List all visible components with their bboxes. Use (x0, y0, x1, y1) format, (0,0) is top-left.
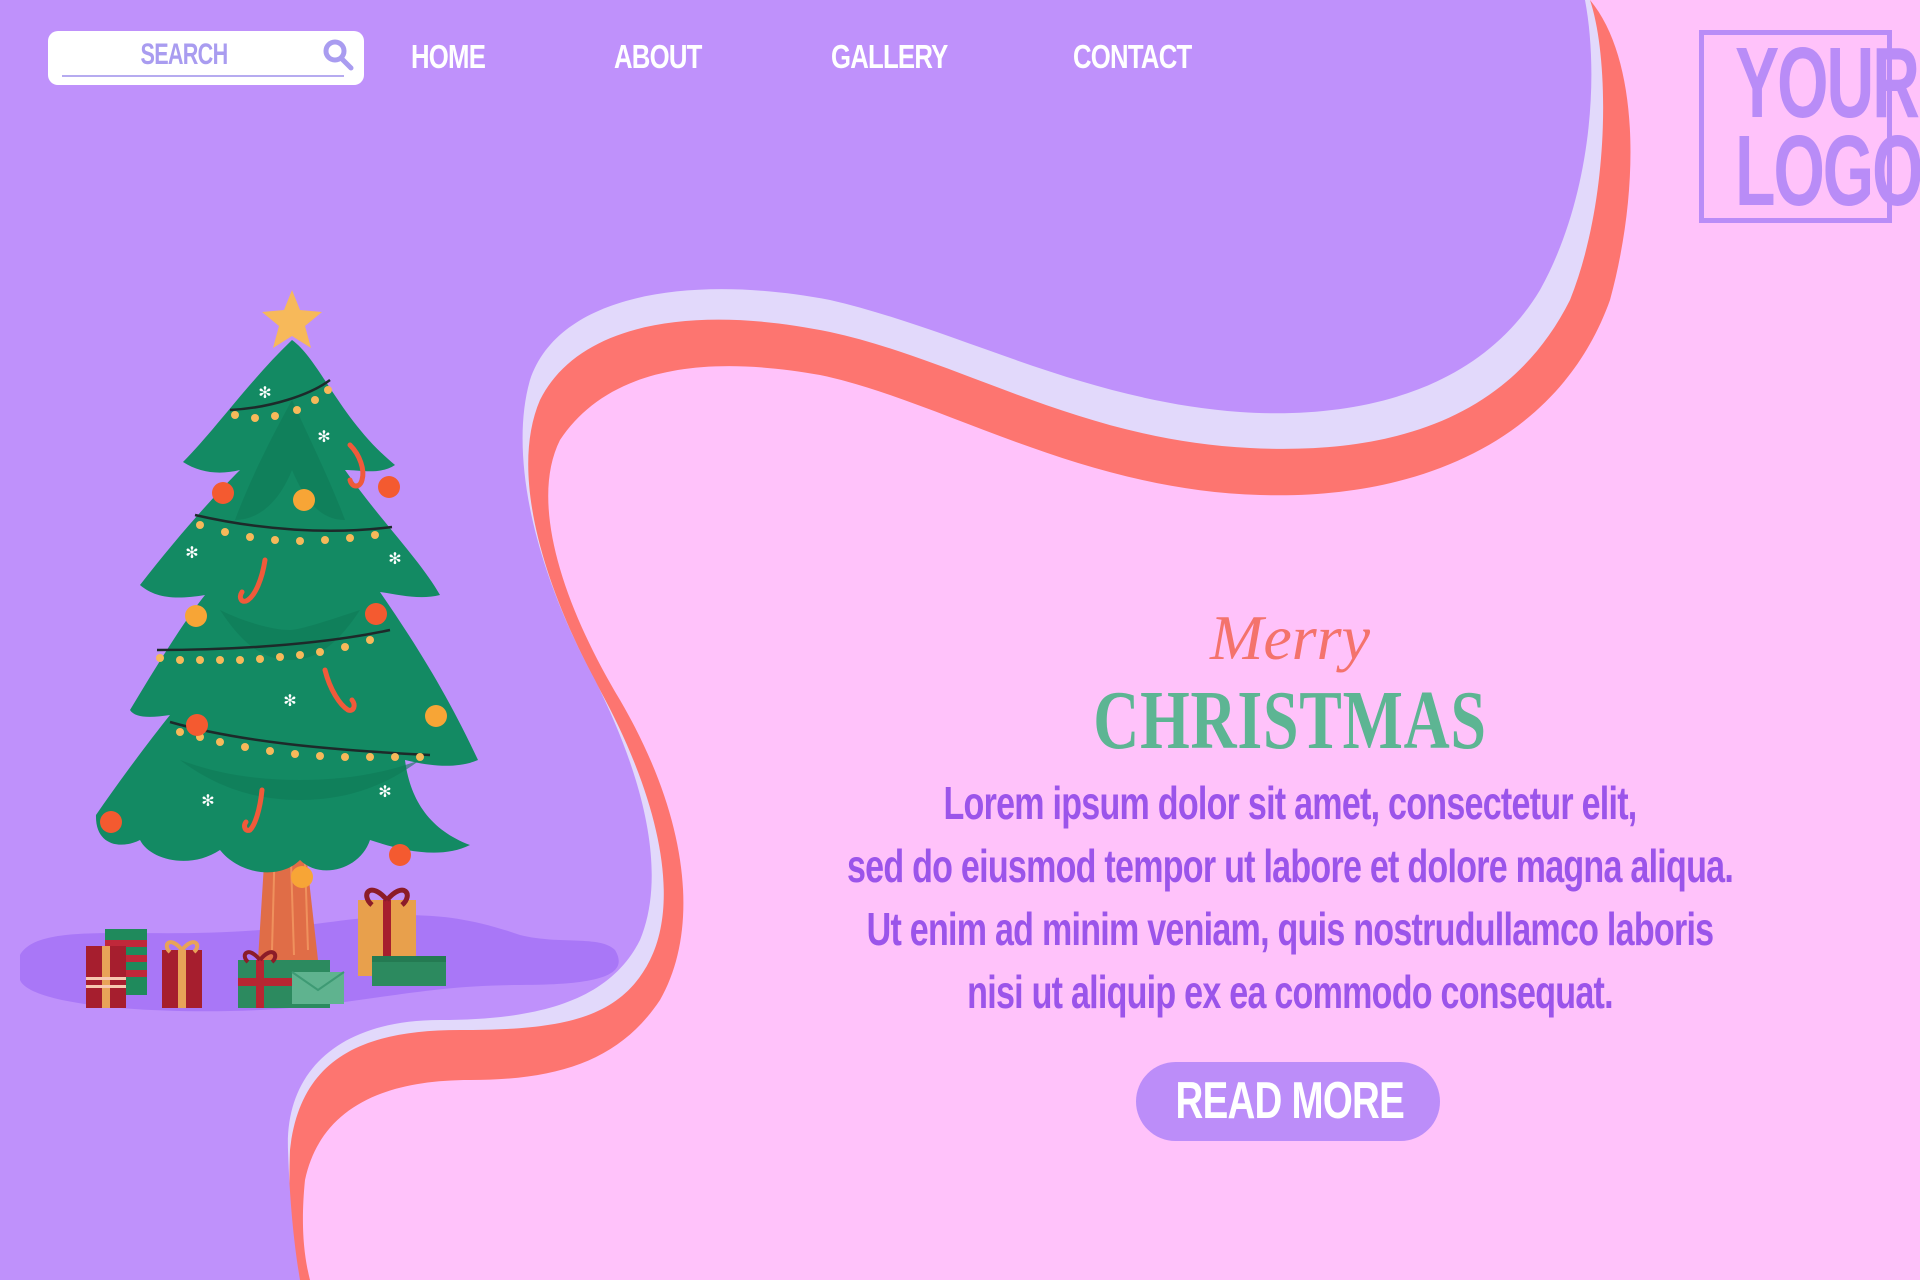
svg-text:✻: ✻ (388, 549, 401, 568)
nav-home[interactable]: HOME (411, 32, 486, 82)
logo-line-2: LOGO (1735, 115, 1920, 227)
christmas-tree-icon (95, 340, 478, 873)
svg-text:✻: ✻ (317, 427, 330, 446)
star-icon (262, 290, 322, 348)
nav-about[interactable]: ABOUT (614, 32, 702, 82)
svg-text:✻: ✻ (258, 383, 271, 402)
nav-contact[interactable]: CONTACT (1073, 32, 1192, 82)
hero-script-title: Merry (1210, 602, 1370, 673)
christmas-tree-illustration: ✻ ✻ ✻ ✻ ✻ ✻ ✻ (86, 290, 478, 1008)
search-box[interactable] (48, 31, 364, 85)
hero-body-line: Lorem ipsum dolor sit amet, consectetur … (943, 777, 1637, 829)
nav-gallery[interactable]: GALLERY (831, 32, 948, 82)
hero-body: Lorem ipsum dolor sit amet, consectetur … (690, 772, 1890, 1024)
read-more-label: READ MORE (1175, 1072, 1405, 1130)
svg-text:✻: ✻ (283, 691, 296, 710)
logo[interactable]: YOUR LOGO (1699, 27, 1920, 227)
hero-body-line: sed do eiusmod tempor ut labore et dolor… (846, 840, 1734, 892)
hero-title: CHRISTMAS (1093, 674, 1487, 767)
hero-body-line: Ut enim ad minim veniam, quis nostrudull… (866, 903, 1714, 955)
svg-text:✻: ✻ (378, 782, 391, 801)
svg-text:✻: ✻ (185, 543, 198, 562)
envelope-icon (291, 971, 345, 1004)
read-more-button[interactable]: READ MORE (1136, 1062, 1440, 1141)
search-icon[interactable] (320, 37, 356, 73)
search-input[interactable] (96, 37, 272, 73)
hero-body-line: nisi ut aliquip ex ea commodo consequat. (967, 966, 1613, 1018)
svg-text:✻: ✻ (201, 791, 214, 810)
logo-line-1: YOUR (1735, 27, 1920, 139)
search-underline (62, 75, 344, 77)
